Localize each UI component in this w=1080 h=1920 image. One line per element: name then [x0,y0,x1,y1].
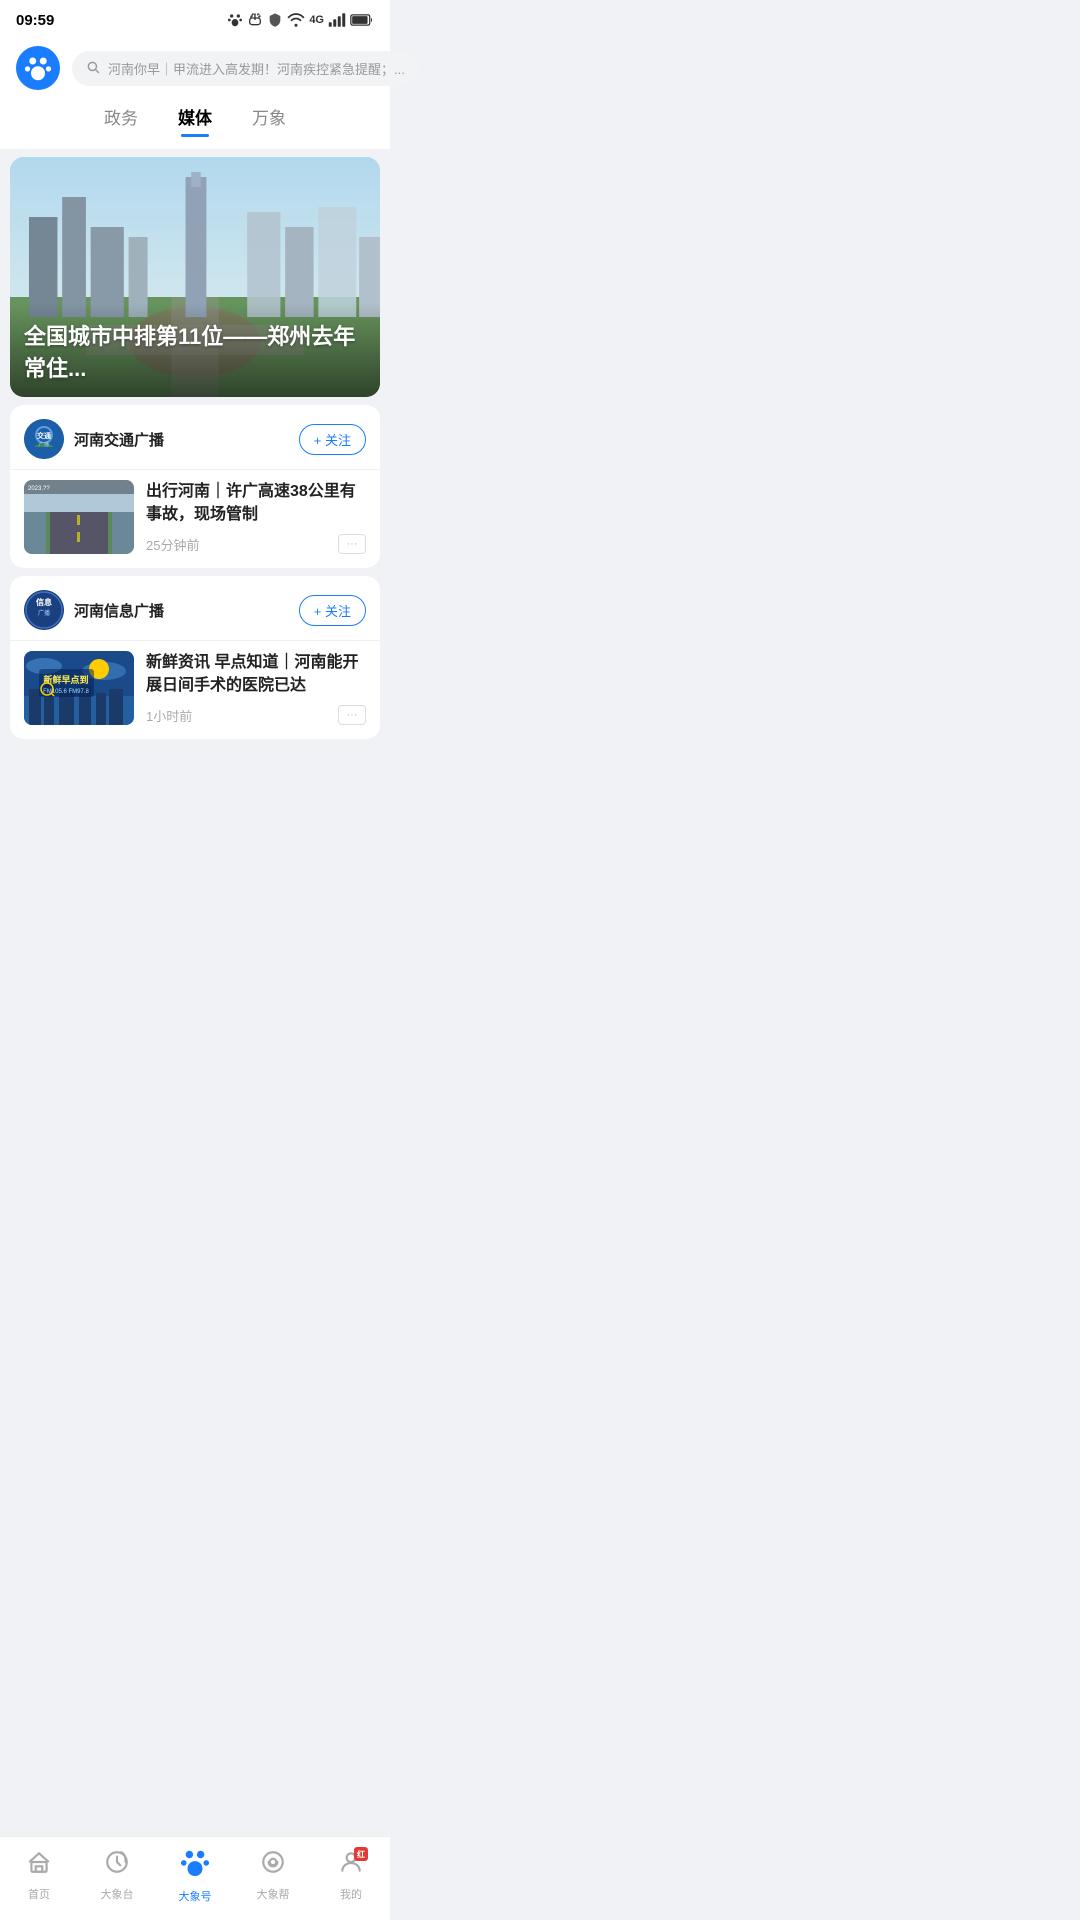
news-time-2: 1小时前 [146,706,192,725]
battery-icon [350,13,374,27]
tab-meiti[interactable]: 媒体 [178,104,212,137]
station-avatar-1: 交通 广播 [24,419,64,459]
svg-text:广播: 广播 [38,609,50,617]
status-shield-icon [267,12,283,28]
mine-icon: 红 [338,1849,364,1882]
nav-daxianghao[interactable]: 大象号 [165,1847,225,1904]
more-button-2[interactable]: ··· [338,705,366,725]
svg-text:信息: 信息 [36,597,52,607]
station-card-2: 信息 广播 河南信息广播 + 关注 [10,576,380,739]
home-icon [26,1849,52,1882]
status-paw-icon [227,12,243,28]
network-badge: 4G [309,14,324,26]
search-placeholder: 河南你早｜甲流进入高发期！河南疾控紧急提醒；... [108,59,405,78]
station-avatar-2: 信息 广播 [24,590,64,630]
station-name-2: 河南信息广播 [74,600,164,621]
tab-bar: 政务 媒体 万象 [0,104,390,149]
news-item-2[interactable]: 新鲜早点到 FM105.6 FM97.8 新鲜资讯 早点知道｜河南能开展日间手术… [10,640,380,739]
signal-icon [328,13,346,27]
wifi-icon [287,13,305,27]
station-header-2: 信息 广播 河南信息广播 + 关注 [10,576,380,640]
hero-overlay: 全国城市中排第11位——郑州去年常住... [10,303,380,397]
news-item-1[interactable]: 2023.?? 出行河南｜许广高速38公里有事故，现场管制 25分钟前 ··· [10,469,380,568]
daxiangtai-icon [104,1849,130,1882]
mine-badge: 红 [354,1847,368,1861]
follow-button-2[interactable]: + 关注 [299,595,366,626]
news-thumb-road-image: 2023.?? [24,480,134,554]
search-icon [86,60,100,77]
status-icons: 4G [227,12,374,28]
hero-title: 全国城市中排第11位——郑州去年常住... [24,319,366,383]
nav-mine[interactable]: 红 我的 [321,1849,381,1902]
nav-daxtai[interactable]: 大象台 [87,1849,147,1902]
nav-daxiangtai-label: 大象台 [101,1886,134,1902]
paw-logo-icon [24,54,52,82]
station-card-1: 交通 广播 河南交通广播 + 关注 [10,405,380,568]
tab-wanxiang[interactable]: 万象 [252,104,286,137]
news-meta-2: 1小时前 ··· [146,705,366,725]
svg-text:2023.??: 2023.?? [28,486,50,492]
nav-daxiangbang[interactable]: 大象帮 [243,1849,303,1902]
nav-daxiangbang-label: 大象帮 [257,1886,290,1902]
news-thumb-broadcast-image: 新鲜早点到 FM105.6 FM97.8 [24,651,134,725]
more-button-1[interactable]: ··· [338,534,366,554]
svg-text:广播: 广播 [39,441,49,448]
search-bar[interactable]: 河南你早｜甲流进入高发期！河南疾控紧急提醒；... [72,51,419,86]
news-title-2: 新鲜资讯 早点知道｜河南能开展日间手术的医院已达 [146,651,366,697]
daxiangbang-icon [260,1849,286,1882]
header: 河南你早｜甲流进入高发期！河南疾控紧急提醒；... [0,36,390,104]
svg-text:交通: 交通 [37,431,52,440]
daxianghao-icon [180,1847,210,1884]
nav-home-label: 首页 [28,1886,50,1902]
tab-zhengwu[interactable]: 政务 [104,104,138,137]
status-time: 09:59 [16,12,54,29]
nav-mine-label: 我的 [340,1886,362,1902]
news-thumb-1: 2023.?? [24,480,134,554]
station-info-1: 交通 广播 河南交通广播 [24,419,164,459]
status-hand-icon [247,12,263,28]
status-bar: 09:59 4G [0,0,390,36]
nav-daxianghao-label: 大象号 [179,1888,212,1904]
station-header-1: 交通 广播 河南交通广播 + 关注 [10,405,380,469]
nav-home[interactable]: 首页 [9,1849,69,1902]
bottom-nav: 首页 大象台 大象号 [0,1836,390,1920]
follow-button-1[interactable]: + 关注 [299,424,366,455]
traffic-radio-logo: 交通 广播 [24,419,64,459]
hero-banner[interactable]: 全国城市中排第11位——郑州去年常住... [10,157,380,397]
station-name-1: 河南交通广播 [74,429,164,450]
news-content-2: 新鲜资讯 早点知道｜河南能开展日间手术的医院已达 1小时前 ··· [146,651,366,725]
news-content-1: 出行河南｜许广高速38公里有事故，现场管制 25分钟前 ··· [146,480,366,554]
info-radio-logo: 信息 广播 [24,590,64,630]
news-time-1: 25分钟前 [146,535,199,554]
station-info-2: 信息 广播 河南信息广播 [24,590,164,630]
app-logo[interactable] [16,46,60,90]
news-meta-1: 25分钟前 ··· [146,534,366,554]
news-title-1: 出行河南｜许广高速38公里有事故，现场管制 [146,480,366,526]
news-thumb-2: 新鲜早点到 FM105.6 FM97.8 [24,651,134,725]
